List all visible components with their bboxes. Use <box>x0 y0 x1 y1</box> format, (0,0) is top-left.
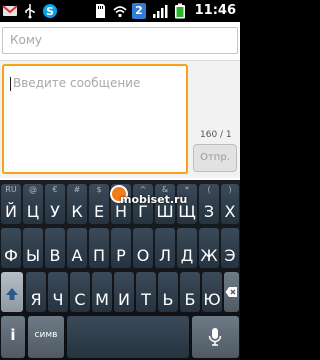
message-panel: Введите сообщение 160 / 1 Отпр. <box>0 60 240 210</box>
info-key[interactable]: i <box>1 316 25 358</box>
key-label: Ц <box>26 202 40 221</box>
key-label: Ф <box>4 246 18 265</box>
key-label: Ь <box>162 290 174 309</box>
key-alt-label: € <box>52 185 58 194</box>
key[interactable]: (З <box>199 184 219 224</box>
key-alt-label: # <box>73 185 81 194</box>
shift-arrow-icon <box>6 288 18 300</box>
key[interactable]: Л <box>155 228 175 268</box>
key[interactable]: А <box>67 228 87 268</box>
backspace-icon <box>225 287 237 297</box>
shift-key[interactable] <box>1 272 23 312</box>
key-alt-label: ) <box>228 185 232 194</box>
key[interactable]: Э <box>221 228 239 268</box>
key-label: М <box>95 290 109 309</box>
key-label: Т <box>141 290 151 309</box>
key[interactable]: Д <box>177 228 197 268</box>
signal-icon <box>153 5 168 18</box>
key-label: З <box>203 202 215 221</box>
message-input[interactable]: Введите сообщение <box>2 64 188 174</box>
key[interactable]: И <box>114 272 134 312</box>
key-label: Д <box>180 246 194 265</box>
key[interactable]: С <box>70 272 90 312</box>
key-label: С <box>74 290 86 309</box>
key-alt-label: $ <box>96 185 102 194</box>
key-label: Ю <box>203 290 221 309</box>
key-alt-label: RU <box>5 185 17 194</box>
gmail-icon <box>2 5 18 16</box>
usb-icon <box>25 4 35 19</box>
key[interactable]: Ь <box>158 272 178 312</box>
key[interactable]: € У <box>45 184 65 224</box>
key[interactable]: Ы <box>23 228 43 268</box>
send-button[interactable]: Отпр. <box>193 144 237 172</box>
key[interactable]: Б <box>180 272 200 312</box>
character-counter: 160 / 1 <box>200 130 232 140</box>
status-bar: S 2 11:46 <box>0 0 240 22</box>
key[interactable]: # К <box>67 184 87 224</box>
skype-icon: S <box>43 4 57 18</box>
backspace-key[interactable] <box>224 272 239 312</box>
key-label: У <box>50 202 60 221</box>
clock: 11:46 <box>194 3 236 18</box>
sd-card-icon <box>96 4 105 18</box>
key[interactable]: М <box>92 272 112 312</box>
key-label: К <box>71 202 83 221</box>
key-label: Ы <box>25 246 41 265</box>
text-cursor <box>10 77 11 91</box>
key[interactable]: Ч <box>48 272 68 312</box>
key[interactable]: $ Е <box>89 184 109 224</box>
on-screen-keyboard: RUЙ @Ц €У #К $Е %Н ^Г &Ш *Щ (З )Х Ф Ы В … <box>0 180 240 360</box>
recipient-field[interactable]: Кому <box>2 27 238 54</box>
microphone-icon <box>208 328 222 346</box>
key-label: О <box>136 246 150 265</box>
recipient-placeholder: Кому <box>10 33 43 47</box>
notification-count-icon: 2 <box>132 3 146 19</box>
key-label: Р <box>116 246 126 265</box>
compose-area: Кому Введите сообщение 160 / 1 Отпр. <box>0 22 240 210</box>
key-alt-label: ( <box>207 185 211 194</box>
key-label: Э <box>224 246 236 265</box>
symbols-label: симв <box>34 330 58 340</box>
svg-text:S: S <box>46 5 54 18</box>
key[interactable]: @ Ц <box>23 184 43 224</box>
key[interactable]: RU Й <box>1 184 21 224</box>
key-label: Й <box>5 202 17 221</box>
space-key[interactable] <box>67 316 189 358</box>
key[interactable]: Я <box>26 272 46 312</box>
watermark-text: mobiset.ru <box>120 193 188 206</box>
key-label: Я <box>30 290 42 309</box>
key-label: П <box>92 246 106 265</box>
key[interactable]: Т <box>136 272 156 312</box>
key-label: А <box>71 246 83 265</box>
info-label: i <box>10 326 16 344</box>
key[interactable]: В <box>45 228 65 268</box>
key[interactable]: Ж <box>199 228 219 268</box>
key-label: Б <box>184 290 196 309</box>
key-label: Ч <box>52 290 64 309</box>
key-label: И <box>118 290 130 309</box>
key[interactable]: Ф <box>1 228 21 268</box>
mic-key[interactable] <box>192 316 239 358</box>
key-label: В <box>49 246 61 265</box>
wifi-icon <box>113 6 127 18</box>
key-label: Л <box>158 246 172 265</box>
key[interactable]: Ю <box>202 272 222 312</box>
key[interactable]: О <box>133 228 153 268</box>
key-alt-label: @ <box>29 185 37 194</box>
key-label: Х <box>224 202 236 221</box>
key[interactable]: ) Х <box>221 184 239 224</box>
battery-icon <box>175 3 185 19</box>
key-label: Е <box>93 202 105 221</box>
message-placeholder: Введите сообщение <box>13 76 141 90</box>
key-label: Ж <box>200 246 218 265</box>
key[interactable]: Р <box>111 228 131 268</box>
notification-count: 2 <box>135 4 143 17</box>
symbols-key[interactable]: симв <box>28 316 64 358</box>
key[interactable]: П <box>89 228 109 268</box>
